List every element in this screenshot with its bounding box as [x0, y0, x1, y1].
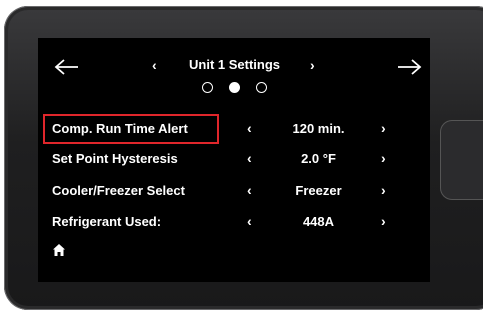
- page-dot-active[interactable]: [229, 82, 240, 93]
- setting-row-refrigerant-used[interactable]: Refrigerant Used: ‹ 448A ›: [38, 210, 430, 234]
- setting-label: Set Point Hysteresis: [52, 151, 178, 166]
- decrease-chevron[interactable]: ‹: [247, 120, 252, 136]
- page-dot[interactable]: [256, 82, 267, 93]
- page-title: Unit 1 Settings: [189, 57, 281, 72]
- setting-value: Freezer: [295, 183, 342, 198]
- display-screen: ‹ Unit 1 Settings › Comp. Run Time Alert…: [38, 38, 430, 282]
- decrease-chevron[interactable]: ‹: [247, 182, 252, 198]
- next-page-chevron[interactable]: ›: [310, 57, 315, 73]
- increase-chevron[interactable]: ›: [381, 120, 386, 136]
- prev-page-chevron[interactable]: ‹: [152, 57, 157, 73]
- setting-row-comp-run-time-alert[interactable]: Comp. Run Time Alert ‹ 120 min. ›: [38, 117, 430, 141]
- setting-value: 120 min.: [292, 121, 345, 136]
- decrease-chevron[interactable]: ‹: [247, 213, 252, 229]
- page-indicator: [202, 82, 282, 98]
- setting-label: Cooler/Freezer Select: [52, 183, 185, 198]
- setting-label: Refrigerant Used:: [52, 214, 162, 229]
- title-bar: ‹ Unit 1 Settings ›: [38, 57, 430, 77]
- home-icon[interactable]: [52, 243, 66, 257]
- setting-value: 2.0 °F: [301, 151, 336, 166]
- setting-label: Comp. Run Time Alert: [52, 121, 188, 136]
- decrease-chevron[interactable]: ‹: [247, 150, 252, 166]
- page-dot[interactable]: [202, 82, 213, 93]
- setting-row-set-point-hysteresis[interactable]: Set Point Hysteresis ‹ 2.0 °F ›: [38, 147, 430, 171]
- increase-chevron[interactable]: ›: [381, 213, 386, 229]
- increase-chevron[interactable]: ›: [381, 150, 386, 166]
- setting-value: 448A: [302, 214, 335, 229]
- device-side-button[interactable]: [440, 120, 483, 200]
- setting-row-cooler-freezer-select[interactable]: Cooler/Freezer Select ‹ Freezer ›: [38, 179, 430, 203]
- increase-chevron[interactable]: ›: [381, 182, 386, 198]
